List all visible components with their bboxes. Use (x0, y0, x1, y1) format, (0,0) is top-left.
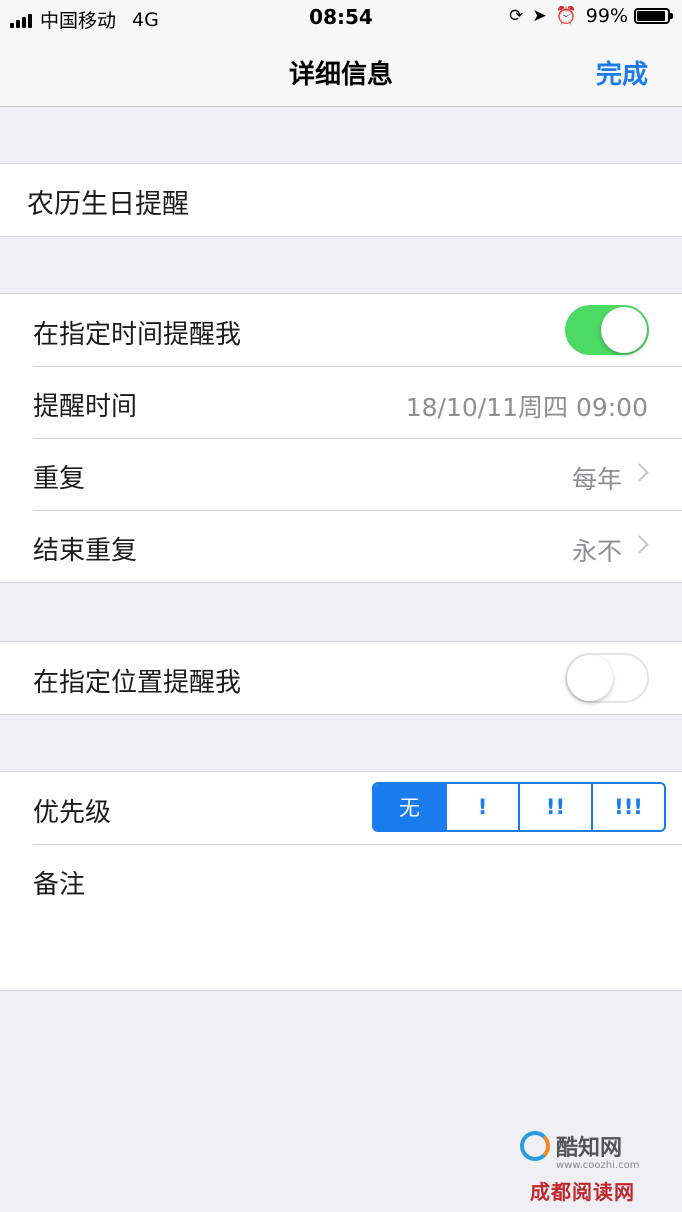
remind-at-location-label: 在指定位置提醒我 (33, 668, 242, 698)
toggle-knob (567, 655, 613, 701)
watermark-top: 酷知网 (520, 1130, 622, 1162)
nav-bar: 详细信息 完成 (0, 36, 682, 107)
remind-time-label: 提醒时间 (33, 392, 138, 422)
remind-at-location-toggle[interactable] (565, 653, 649, 703)
reminder-title[interactable]: 农历生日提醒 (27, 182, 189, 221)
end-repeat-row[interactable]: 结束重复 永不 (0, 510, 682, 582)
orientation-lock-icon: ⟳ (509, 6, 524, 26)
watermark-bottom: 成都阅读网 (530, 1180, 635, 1204)
toggle-knob (601, 307, 647, 353)
priority-label: 优先级 (33, 798, 112, 828)
battery-fill (637, 11, 665, 21)
battery-icon (634, 8, 673, 24)
priority-option-high[interactable]: !!! (591, 784, 664, 830)
remind-time-value: 18/10/11周四 09:00 (405, 393, 648, 422)
remind-at-time-label: 在指定时间提醒我 (33, 320, 242, 350)
priority-row: 优先级 无 ! !! !!! (0, 772, 682, 844)
watermark-logo-icon (520, 1131, 550, 1161)
remind-at-time-toggle[interactable] (565, 305, 649, 355)
priority-option-low[interactable]: ! (445, 784, 518, 830)
status-right: ⟳ ➤ ⏰ 99% (509, 5, 673, 27)
status-bar: 中国移动 4G 08:54 ⟳ ➤ ⏰ 99% (0, 0, 682, 36)
end-repeat-value: 永不 (571, 537, 622, 566)
remind-at-location-row: 在指定位置提醒我 (0, 642, 682, 714)
priority-option-medium[interactable]: !! (518, 784, 591, 830)
reminder-title-row[interactable]: 农历生日提醒 (0, 164, 682, 236)
notes-label: 备注 (33, 870, 86, 900)
alarm-icon: ⏰ (555, 6, 577, 26)
location-icon: ➤ (532, 6, 547, 26)
watermark: 酷知网 www.coozhi.com 成都阅读网 (520, 1130, 658, 1204)
title-group: 农历生日提醒 (0, 163, 682, 237)
repeat-label: 重复 (33, 464, 86, 494)
remind-time-row[interactable]: 提醒时间 18/10/11周四 09:00 (0, 366, 682, 438)
watermark-name: 酷知网 (556, 1136, 623, 1161)
priority-group: 优先级 无 ! !! !!! 备注 (0, 771, 682, 991)
page-title: 详细信息 (288, 60, 393, 90)
battery-percent: 99% (585, 5, 628, 27)
priority-option-none[interactable]: 无 (374, 784, 445, 830)
repeat-row[interactable]: 重复 每年 (0, 438, 682, 510)
repeat-value: 每年 (571, 465, 622, 494)
chevron-right-icon (630, 535, 649, 554)
location-group: 在指定位置提醒我 (0, 641, 682, 715)
remind-at-time-row: 在指定时间提醒我 (0, 294, 682, 366)
time-group: 在指定时间提醒我 提醒时间 18/10/11周四 09:00 重复 每年 结束重… (0, 293, 682, 583)
priority-segmented-control: 无 ! !! !!! (372, 782, 666, 832)
end-repeat-label: 结束重复 (33, 536, 138, 566)
chevron-right-icon (630, 463, 649, 482)
notes-row[interactable]: 备注 (0, 844, 682, 990)
watermark-url: www.coozhi.com (556, 1160, 640, 1171)
done-button[interactable]: 完成 (596, 54, 648, 91)
